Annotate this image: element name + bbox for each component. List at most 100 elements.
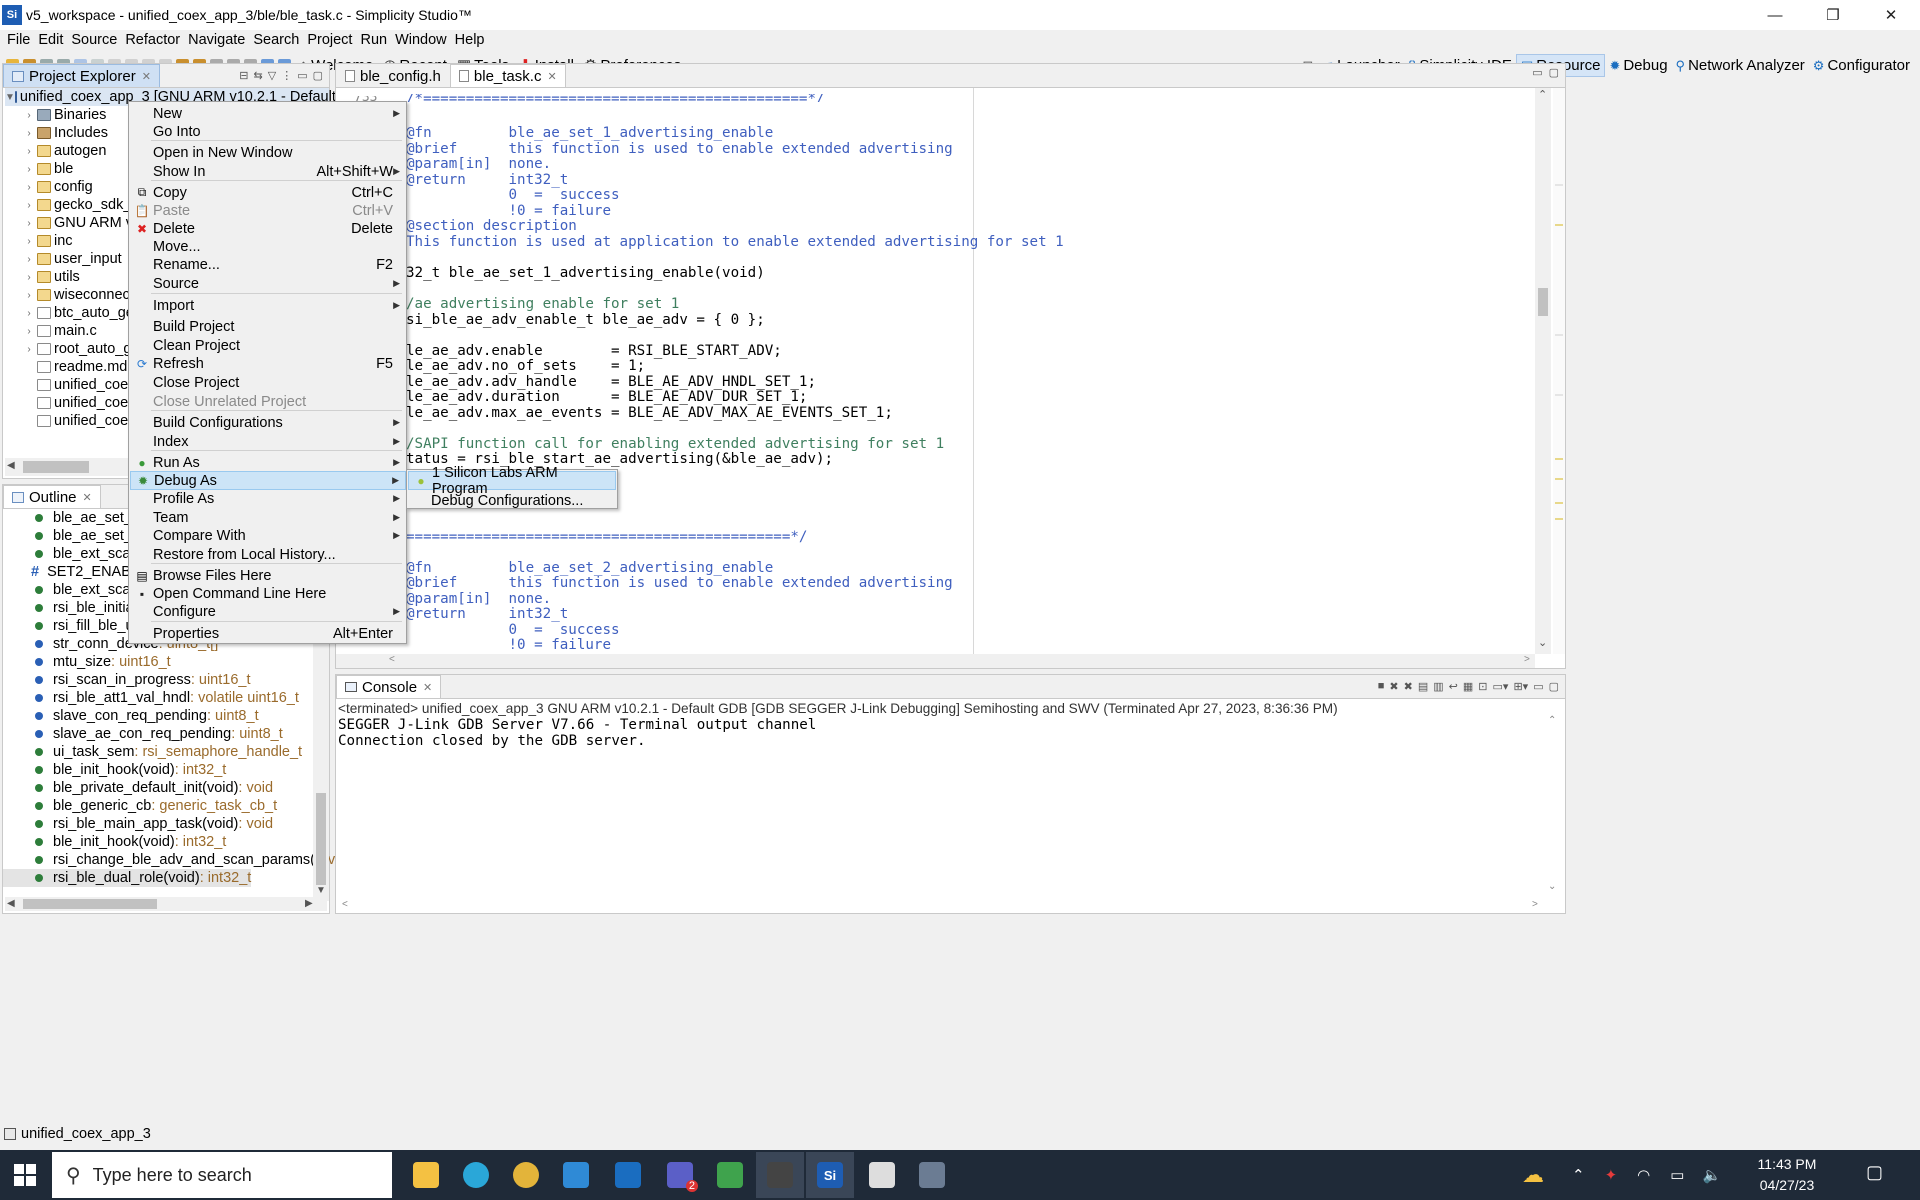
pin-console-icon[interactable]: ⊡ — [1478, 680, 1487, 693]
scroll-down-icon[interactable]: ▼ — [316, 885, 326, 896]
close-icon[interactable]: ✕ — [83, 491, 92, 504]
outline-item[interactable]: ui_task_sem : rsi_semaphore_handle_t — [3, 743, 302, 761]
code-line[interactable]: ========================================… — [406, 529, 807, 545]
perspective-configurator[interactable]: ⚙ Configurator — [1809, 55, 1914, 76]
tree-item[interactable]: › Includes — [21, 124, 108, 142]
code-line[interactable]: @fn ble_ae_set_2_advertising_enable — [406, 560, 773, 576]
scroll-lock-icon[interactable]: ▥ — [1433, 680, 1443, 693]
menu-item-new[interactable]: New ▶ — [130, 104, 406, 123]
code-line[interactable]: @return int32_t — [406, 606, 568, 622]
menu-navigate[interactable]: Navigate — [184, 32, 249, 48]
scrollbar-thumb[interactable] — [23, 461, 89, 473]
outline-item[interactable]: ble_private_default_init(void) : void — [3, 779, 273, 797]
menu-item-delete[interactable]: ✖ Delete Delete — [130, 219, 406, 238]
link-editor-icon[interactable]: ⇆ — [254, 69, 263, 82]
tab-project-explorer[interactable]: Project Explorer ✕ — [3, 64, 160, 87]
overview-ruler[interactable] — [1553, 88, 1565, 654]
show-hidden-icons[interactable]: ⌃ — [1572, 1166, 1585, 1184]
chevron-down-icon[interactable]: ▼ — [5, 92, 15, 103]
tab-ble-config-h[interactable]: ble_config.h — [336, 64, 450, 87]
menu-item-move[interactable]: Move... — [130, 237, 406, 256]
menu-item-properties[interactable]: Properties Alt+Enter — [130, 624, 406, 643]
outline-item[interactable]: slave_con_req_pending : uint8_t — [3, 707, 259, 725]
menu-item-go-into[interactable]: Go Into — [130, 122, 406, 141]
chevron-right-icon[interactable]: › — [21, 326, 37, 337]
code-line[interactable]: 0 = success — [406, 187, 619, 203]
chevron-right-icon[interactable]: › — [21, 200, 37, 211]
chevron-right-icon[interactable]: › — [21, 146, 37, 157]
view-menu-icon[interactable]: ⋮ — [281, 69, 292, 82]
menu-source[interactable]: Source — [67, 32, 121, 48]
perspective-network-analyzer[interactable]: ⚲ Network Analyzer — [1672, 55, 1809, 76]
scroll-up-icon[interactable]: ⌃ — [1548, 715, 1556, 726]
close-button[interactable]: ✕ — [1862, 0, 1920, 30]
code-line[interactable]: le_ae_adv.duration = BLE_AE_ADV_DUR_SET_… — [406, 389, 807, 405]
outline-item[interactable]: ble_init_hook(void) : int32_t — [3, 833, 226, 851]
code-line[interactable]: @param[in] none. — [406, 591, 551, 607]
volume-icon[interactable]: 🔈 — [1702, 1166, 1721, 1184]
chevron-right-icon[interactable]: › — [21, 272, 37, 283]
open-console-icon[interactable]: ⊞▾ — [1513, 680, 1528, 693]
weather-icon[interactable]: ☁ — [1522, 1162, 1544, 1188]
word-wrap-icon[interactable]: ↩ — [1449, 680, 1458, 693]
menu-window[interactable]: Window — [391, 32, 451, 48]
code-line[interactable]: le_ae_adv.enable = RSI_BLE_START_ADV; — [406, 343, 782, 359]
tab-outline[interactable]: Outline ✕ — [3, 485, 101, 508]
tree-item[interactable]: › Binaries — [21, 106, 106, 124]
menu-help[interactable]: Help — [451, 32, 489, 48]
dropbox-icon[interactable]: ✦ — [1605, 1166, 1618, 1184]
outline-item[interactable]: # SET2_ENABLE — [3, 563, 149, 581]
code-line[interactable]: @brief this function is used to enable e… — [406, 575, 953, 591]
menu-item-clean-project[interactable]: Clean Project — [130, 336, 406, 355]
tree-item[interactable]: › main.c — [21, 322, 96, 340]
outline-item[interactable]: rsi_scan_in_progress : uint16_t — [3, 671, 251, 689]
code-line[interactable]: /SAPI function call for enabling extende… — [406, 436, 944, 452]
notifications-icon[interactable]: ▢ — [1866, 1162, 1883, 1183]
notepad-icon[interactable] — [706, 1152, 754, 1198]
scroll-left-icon[interactable]: < — [342, 899, 348, 910]
teams-icon[interactable]: 2 — [656, 1152, 704, 1198]
horizontal-scrollbar[interactable]: ◀ ▶ — [5, 897, 327, 911]
menu-item-close-project[interactable]: Close Project — [130, 373, 406, 392]
scroll-right-icon[interactable]: > — [1524, 654, 1530, 665]
code-line[interactable]: si_ble_ae_adv_enable_t ble_ae_adv = { 0 … — [406, 312, 765, 328]
outline-item[interactable]: ble_generic_cb : generic_task_cb_t — [3, 797, 277, 815]
menu-item-source[interactable]: Source ▶ — [130, 274, 406, 293]
simplicity-studio-app-icon[interactable]: Si — [806, 1152, 854, 1198]
menu-item-import[interactable]: Import ▶ — [130, 296, 406, 315]
maximize-view-icon[interactable]: ▢ — [1549, 66, 1559, 79]
menu-run[interactable]: Run — [356, 32, 391, 48]
menu-item-show-in[interactable]: Show In Alt+Shift+W ▶ — [130, 162, 406, 181]
wifi-icon[interactable]: ◠ — [1637, 1166, 1650, 1184]
minimize-view-icon[interactable]: ▭ — [297, 69, 307, 82]
minimize-button[interactable]: — — [1746, 0, 1804, 30]
outline-item[interactable]: rsi_change_ble_adv_and_scan_params() : v… — [3, 851, 355, 869]
tab-ble-task-c[interactable]: ble_task.c ✕ — [449, 64, 566, 87]
menu-item-debug-as[interactable]: ✹ Debug As ▶ — [130, 471, 406, 490]
close-icon[interactable]: ✕ — [423, 681, 432, 694]
maximize-view-icon[interactable]: ▢ — [313, 69, 323, 82]
code-line[interactable]: le_ae_adv.no_of_sets = 1; — [406, 358, 645, 374]
show-on-output-icon[interactable]: ▦ — [1463, 680, 1473, 693]
menu-item-profile-as[interactable]: Profile As ▶ — [130, 489, 406, 508]
tree-item[interactable]: › user_input — [21, 250, 121, 268]
menu-item-debug-configurations[interactable]: Debug Configurations... — [408, 491, 616, 510]
code-line[interactable]: /*======================================… — [406, 94, 825, 102]
remove-launch-icon[interactable]: ✖ — [1389, 680, 1398, 693]
close-icon[interactable]: ✕ — [547, 70, 556, 83]
scroll-right-icon[interactable]: > — [1532, 899, 1538, 910]
code-line[interactable]: le_ae_adv.adv_handle = BLE_AE_ADV_HNDL_S… — [406, 374, 816, 390]
scroll-left-icon[interactable]: ◀ — [7, 460, 15, 471]
tree-item[interactable]: › wiseconnect_ — [21, 286, 142, 304]
tree-item[interactable]: readme.md — [21, 358, 127, 376]
editor-horizontal-scrollbar[interactable]: < > — [336, 654, 1535, 668]
scroll-down-icon[interactable]: ⌄ — [1538, 636, 1547, 649]
menu-item-build-configurations[interactable]: Build Configurations ▶ — [130, 413, 406, 432]
menu-file[interactable]: File — [3, 32, 34, 48]
menu-item-browse-files-here[interactable]: ▤ Browse Files Here — [130, 566, 406, 585]
chevron-right-icon[interactable]: › — [21, 254, 37, 265]
outline-item[interactable]: rsi_ble_dual_role(void) : int32_t — [3, 869, 252, 887]
chrome-icon[interactable] — [502, 1152, 550, 1198]
menu-item-refresh[interactable]: ⟳ Refresh F5 — [130, 354, 406, 373]
terminal-app-icon[interactable] — [756, 1152, 804, 1198]
